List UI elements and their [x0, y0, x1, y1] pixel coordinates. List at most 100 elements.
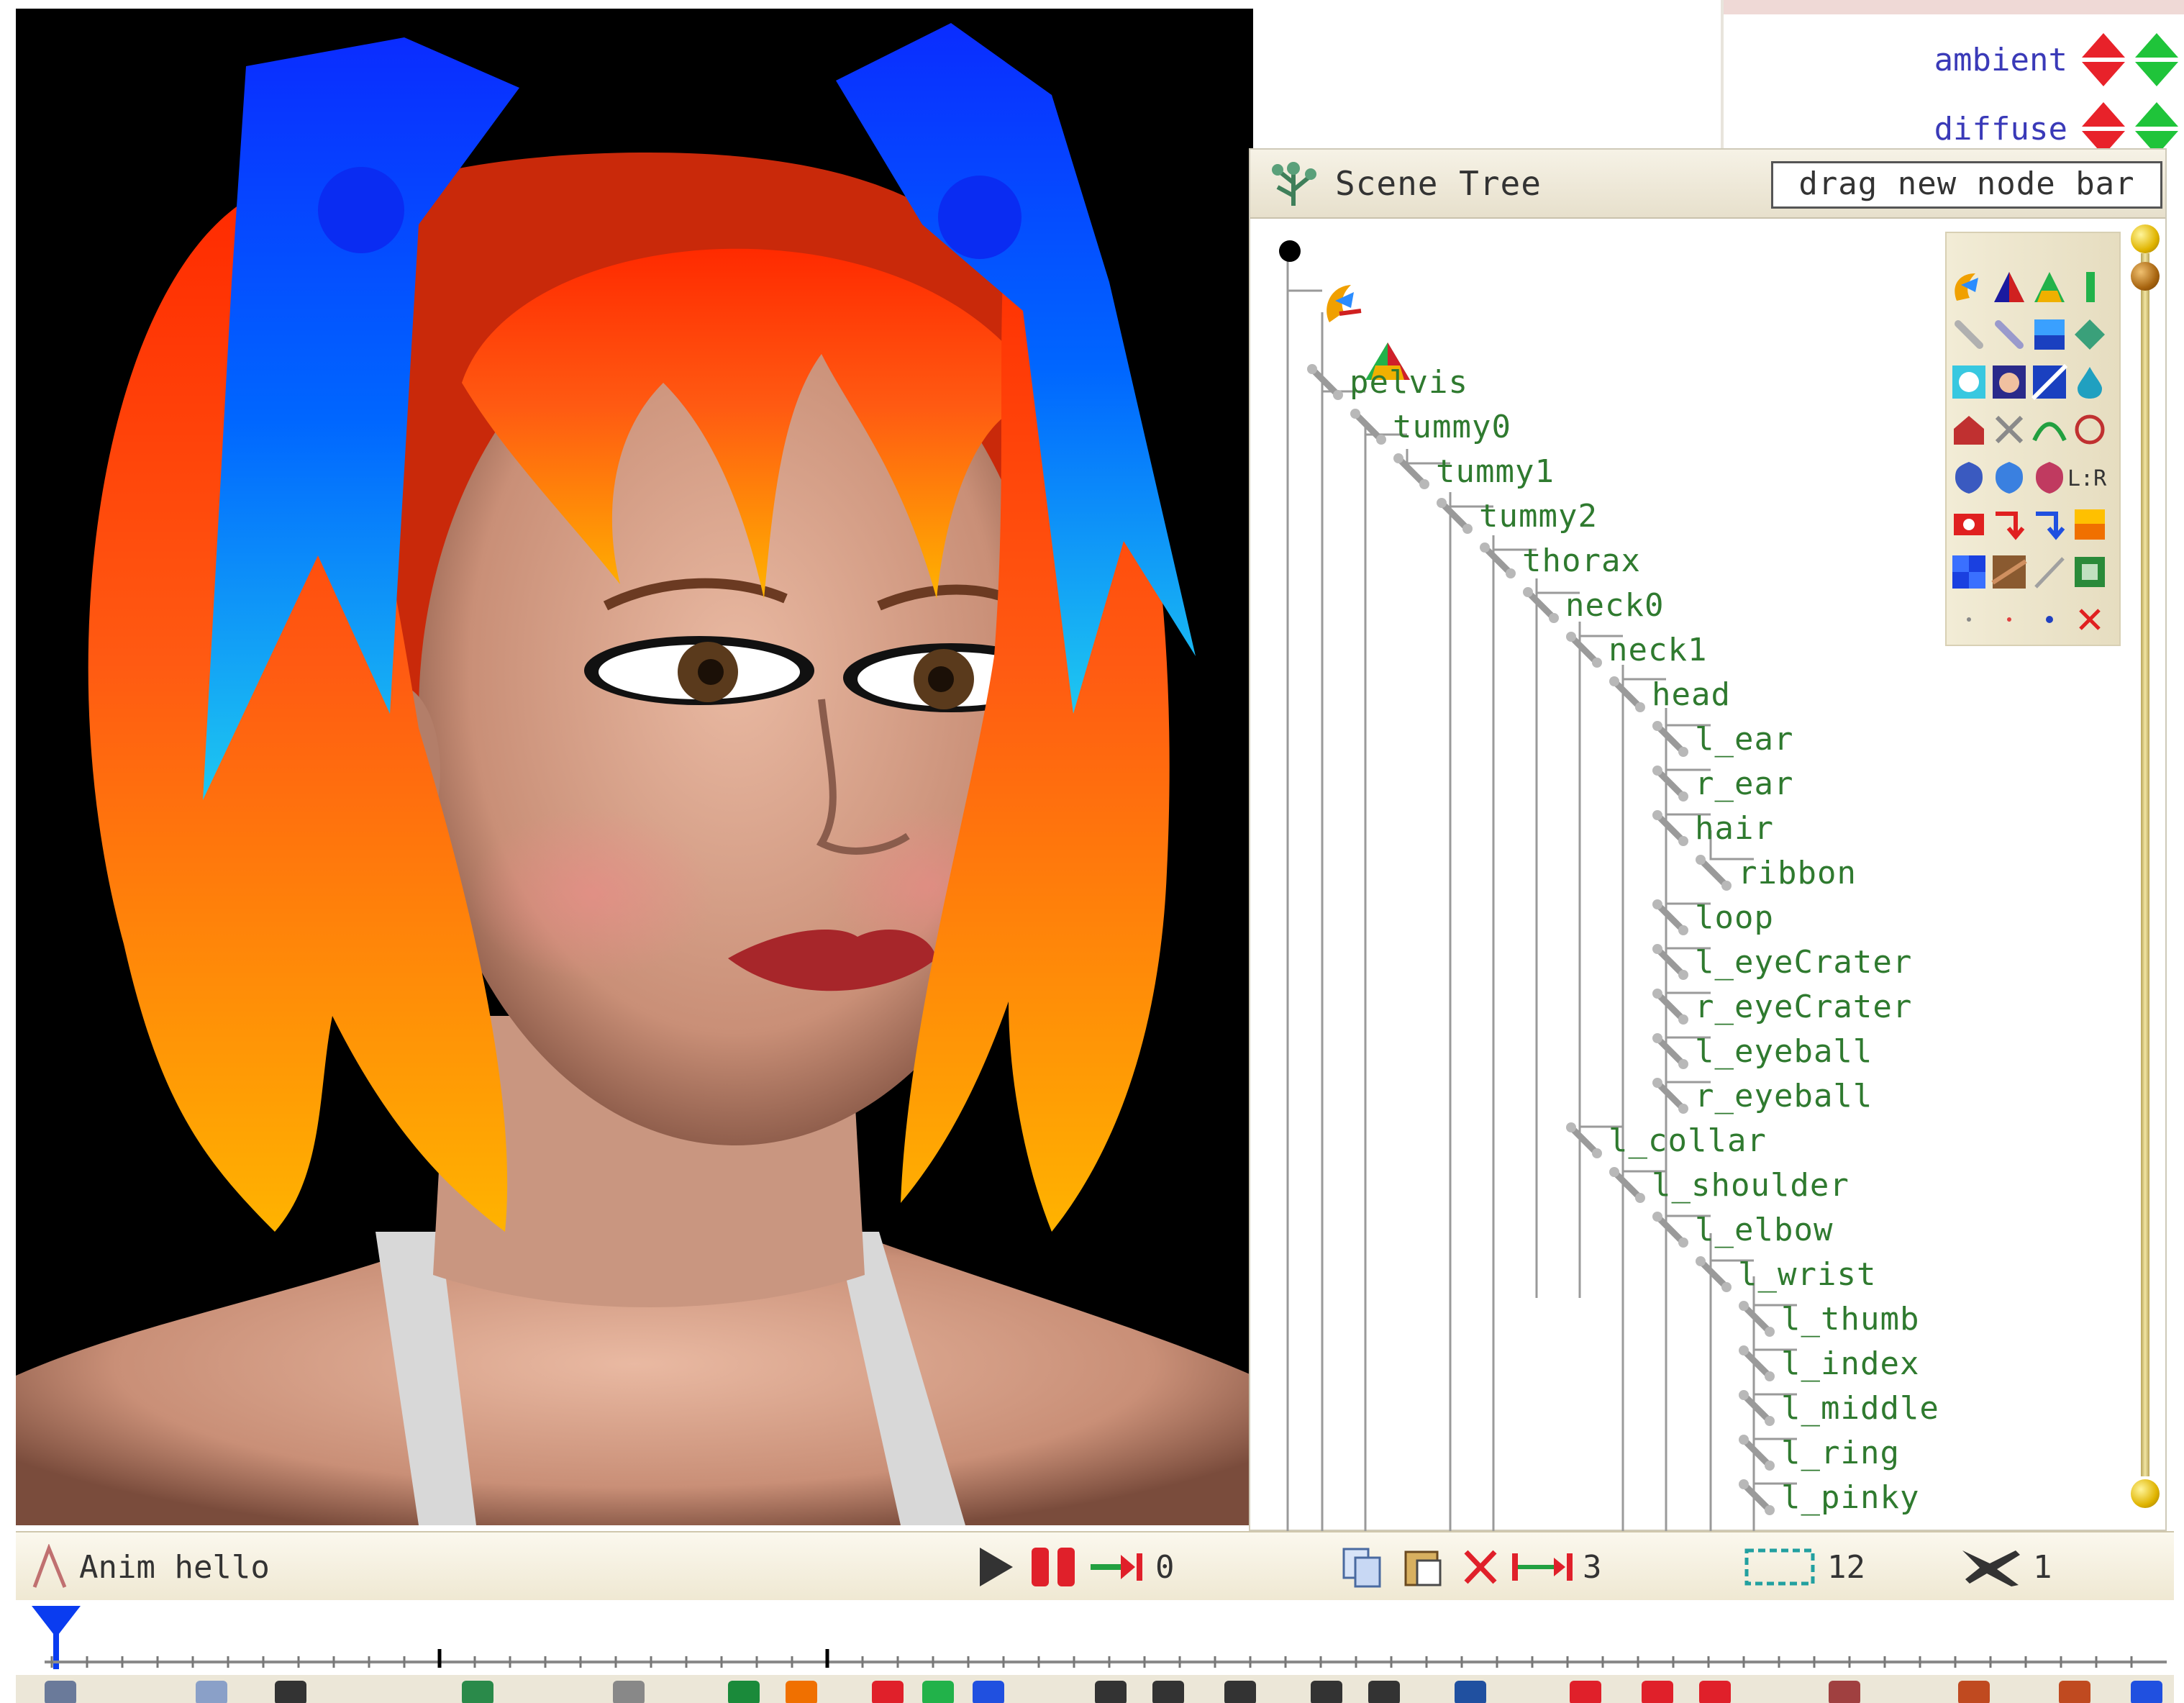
bottom-tool-icon-3[interactable]: [275, 1681, 306, 1703]
tree-node-loop[interactable]: loop: [1650, 895, 1774, 940]
tree-node-l_ear[interactable]: l_ear: [1650, 717, 1793, 761]
tree-node-r_eyeball[interactable]: r_eyeball: [1650, 1073, 1873, 1118]
left-right-mirror-label[interactable]: L:R: [2067, 466, 2106, 502]
tree-node-l_thumb[interactable]: l_thumb: [1737, 1296, 1919, 1341]
3d-viewport[interactable]: [16, 9, 1253, 1525]
tree-node-l_index[interactable]: l_index: [1737, 1341, 1919, 1386]
face-tool-icon[interactable]: [1991, 364, 2027, 400]
red-arrow-tool-icon[interactable]: [1991, 507, 2027, 542]
interval-icon[interactable]: [1508, 1545, 1577, 1589]
tree-node-tummy0[interactable]: tummy0: [1348, 404, 1511, 449]
tree-node-l_middle[interactable]: l_middle: [1737, 1386, 1939, 1430]
scroll-down-knob[interactable]: [2131, 1479, 2160, 1508]
tree-node-tummy1[interactable]: tummy1: [1391, 449, 1555, 494]
frames-icon[interactable]: [1742, 1545, 1817, 1589]
center-shield-tool-icon[interactable]: [1991, 459, 2027, 495]
tree-node-head[interactable]: head: [1607, 672, 1731, 717]
stripe-tool-icon[interactable]: [2031, 364, 2067, 400]
bottom-tool-icon-5[interactable]: [613, 1681, 645, 1703]
small-dot-center-icon[interactable]: [1991, 601, 2027, 637]
bottom-tool-icon-11[interactable]: [1095, 1681, 1127, 1703]
bottom-tool-icon-15[interactable]: [1368, 1681, 1400, 1703]
tree-node-neck1[interactable]: neck1: [1564, 627, 1707, 672]
tree-node-l_ring[interactable]: l_ring: [1737, 1430, 1900, 1475]
bottom-tool-icon-8[interactable]: [872, 1681, 904, 1703]
frames-value[interactable]: 12: [1827, 1549, 1865, 1586]
bottom-tool-icon-13[interactable]: [1224, 1681, 1256, 1703]
tree-node-neck0[interactable]: neck0: [1521, 583, 1664, 627]
bottom-tool-icon-14[interactable]: [1311, 1681, 1342, 1703]
green-box-tool-icon[interactable]: [2072, 554, 2108, 590]
bottom-tool-icon-16[interactable]: [1455, 1681, 1486, 1703]
bottom-tool-icon-10[interactable]: [973, 1681, 1004, 1703]
copy-icon[interactable]: [1339, 1545, 1386, 1589]
line-tool-icon[interactable]: [2031, 554, 2067, 590]
scrollbar-track[interactable]: [2141, 253, 2149, 1476]
tree-node-l_elbow[interactable]: l_elbow: [1650, 1207, 1833, 1252]
bottom-tool-icon-2[interactable]: [196, 1681, 227, 1703]
drop-tool-icon[interactable]: [2072, 364, 2108, 400]
pause-icon[interactable]: [1027, 1545, 1080, 1589]
left-shield-tool-icon[interactable]: [1951, 459, 1987, 495]
blue-arrow-tool-icon[interactable]: [2031, 507, 2067, 542]
transform-node-icon[interactable]: [1322, 279, 1365, 330]
bottom-tool-icon-1[interactable]: [45, 1681, 76, 1703]
small-dot-right-icon[interactable]: [2031, 601, 2067, 637]
tree-node-ribbon[interactable]: ribbon: [1693, 850, 1857, 895]
ambient-increase-arrows-icon[interactable]: [2134, 32, 2180, 88]
right-shield-tool-icon[interactable]: [2031, 459, 2067, 495]
bottom-tool-icon-18[interactable]: [1642, 1681, 1673, 1703]
airplane-speed-icon[interactable]: [1958, 1545, 2023, 1589]
scene-tree-scrollbar[interactable]: [2131, 224, 2160, 1509]
bottom-tool-icon-12[interactable]: [1152, 1681, 1184, 1703]
scroll-thumb[interactable]: [2131, 262, 2160, 291]
scene-tree-title-bar[interactable]: Scene Tree drag new node bar: [1250, 150, 2165, 219]
tree-node-l_eyecrater[interactable]: l_eyeCrater: [1650, 940, 1912, 984]
scroll-up-knob[interactable]: [2131, 224, 2160, 253]
texture-tool-icon[interactable]: [1991, 554, 2027, 590]
transform-tool-icon[interactable]: [1951, 269, 1987, 305]
jump-to-frame-icon[interactable]: [1088, 1545, 1148, 1589]
drag-new-node-bar[interactable]: drag new node bar: [1771, 161, 2162, 209]
root-node-icon[interactable]: [1278, 239, 1302, 263]
bone-tool-icon[interactable]: [1951, 317, 1987, 353]
loop-tool-icon[interactable]: [1951, 507, 1987, 542]
gradient-tool-icon[interactable]: [2031, 317, 2067, 353]
bottom-tool-icon-19[interactable]: [1699, 1681, 1731, 1703]
delete-icon[interactable]: [1460, 1545, 1501, 1589]
tree-node-hair[interactable]: hair: [1650, 806, 1774, 850]
speed-value[interactable]: 1: [2033, 1549, 2052, 1586]
anim-name-label[interactable]: Anim hello: [79, 1549, 270, 1586]
bottom-tool-icon-4[interactable]: [462, 1681, 493, 1703]
interval-value[interactable]: 3: [1583, 1549, 1602, 1586]
tree-node-l_collar[interactable]: l_collar: [1564, 1118, 1767, 1163]
bottom-tool-icon-23[interactable]: [2131, 1681, 2162, 1703]
paste-icon[interactable]: [1400, 1545, 1446, 1589]
bottom-tool-icon-7[interactable]: [786, 1681, 817, 1703]
bar-tool-icon[interactable]: [2072, 269, 2108, 305]
tree-node-l_wrist[interactable]: l_wrist: [1693, 1252, 1876, 1296]
curve-tool-icon[interactable]: [2031, 412, 2067, 448]
shape-tool-icon[interactable]: [1991, 269, 2027, 305]
tree-node-r_eyecrater[interactable]: r_eyeCrater: [1650, 984, 1912, 1029]
close-icon[interactable]: [2072, 601, 2108, 637]
ring-tool-icon[interactable]: [2072, 412, 2108, 448]
orange-gradient-tool-icon[interactable]: [2072, 507, 2108, 542]
play-icon[interactable]: [973, 1545, 1017, 1589]
timeline[interactable]: [16, 1600, 2174, 1672]
bottom-tool-icon-6[interactable]: [728, 1681, 760, 1703]
bottom-tool-icon-20[interactable]: [1829, 1681, 1860, 1703]
bottom-tool-icon-22[interactable]: [2059, 1681, 2090, 1703]
sphere-tool-icon[interactable]: [1951, 364, 1987, 400]
bottom-tool-icon-17[interactable]: [1570, 1681, 1601, 1703]
tree-node-r_ear[interactable]: r_ear: [1650, 761, 1793, 806]
tree-node-tummy2[interactable]: tummy2: [1434, 494, 1598, 538]
checker-tool-icon[interactable]: [1951, 554, 1987, 590]
diamond-tool-icon[interactable]: [2072, 317, 2108, 353]
color-shape-tool-icon[interactable]: [2031, 269, 2067, 305]
tree-node-l_pinky[interactable]: l_pinky: [1737, 1475, 1919, 1520]
tree-node-l_shoulder[interactable]: l_shoulder: [1607, 1163, 1849, 1207]
tree-node-pelvis[interactable]: pelvis: [1305, 360, 1468, 404]
tree-node-l_eyeball[interactable]: l_eyeball: [1650, 1029, 1873, 1073]
house-tool-icon[interactable]: [1951, 412, 1987, 448]
